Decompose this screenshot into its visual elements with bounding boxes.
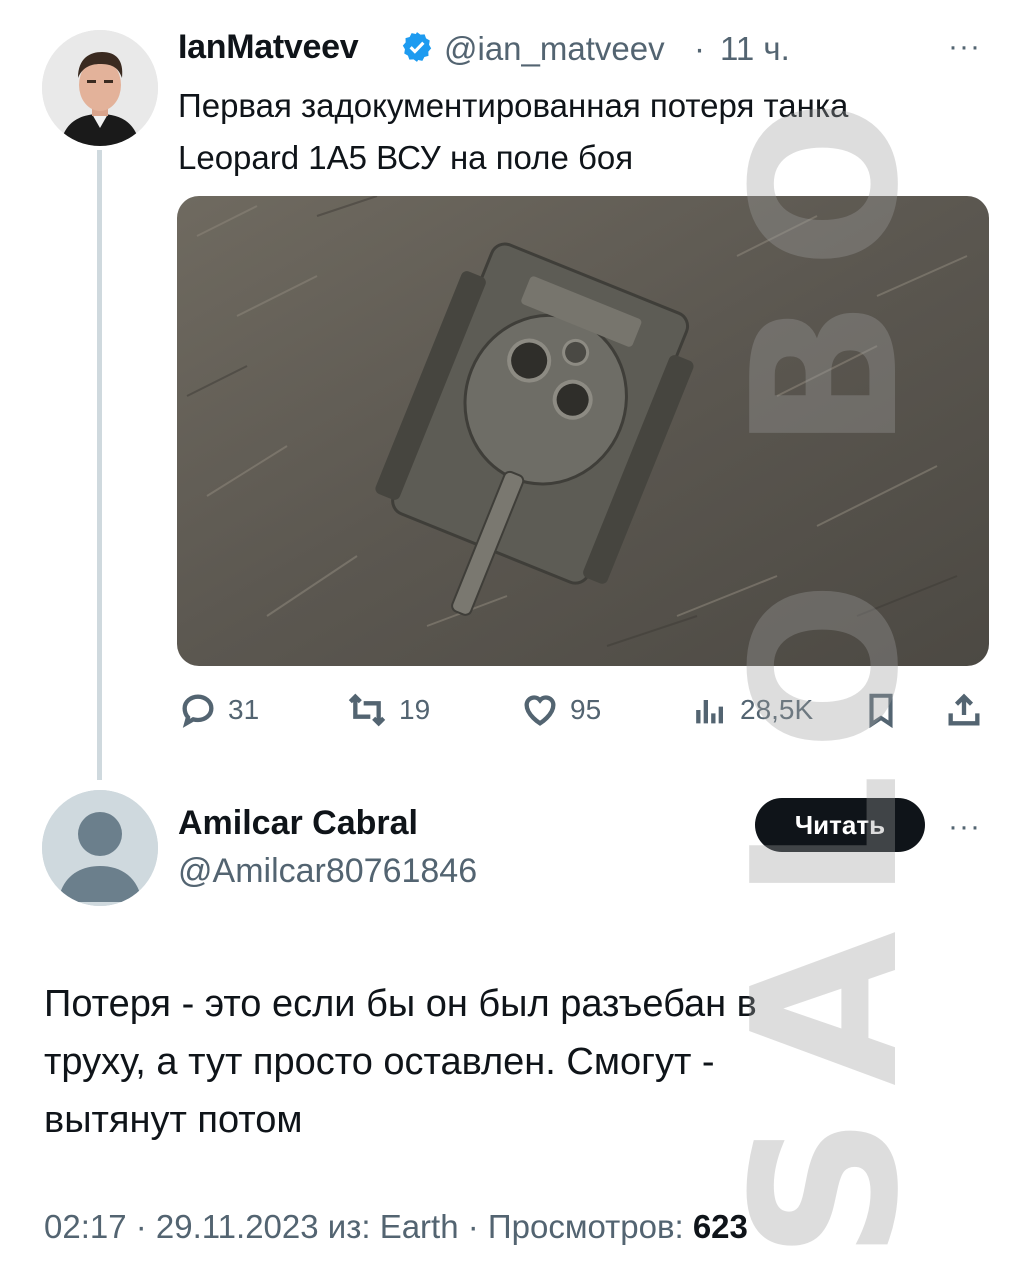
views-count: 28,5K (740, 694, 814, 725)
author-name[interactable]: IanMatveev (178, 28, 359, 67)
reply-text: Потеря - это если бы он был разъебан в т… (44, 983, 757, 1141)
reply-meta-text: 02:17 · 29.11.2023 из: Earth · Просмотро… (44, 1208, 693, 1245)
author-handle[interactable]: @ian_matveev (444, 30, 665, 68)
retweet-count: 19 (399, 694, 431, 725)
views-icon (696, 700, 723, 724)
reply-author-handle[interactable]: @Amilcar80761846 (178, 852, 477, 891)
reply-count: 31 (228, 694, 260, 725)
separator-dot: · (694, 30, 705, 67)
reply-author-name[interactable]: Amilcar Cabral (178, 804, 418, 843)
like-count: 95 (570, 694, 602, 725)
reply-icon (182, 694, 214, 728)
bookmark-button[interactable] (862, 688, 900, 732)
reply-more-options-icon[interactable]: ··· (948, 810, 981, 844)
more-options-icon[interactable]: ··· (948, 30, 981, 64)
retweet-icon (348, 693, 386, 727)
reply-action[interactable]: 31 (178, 688, 259, 732)
views-action[interactable]: 28,5K (690, 688, 813, 732)
like-icon (524, 695, 556, 726)
share-icon (948, 693, 980, 726)
thread-connector-line (97, 150, 102, 780)
follow-button[interactable]: Читать (755, 798, 925, 852)
reply-meta-footer: 02:17 · 29.11.2023 из: Earth · Просмотро… (44, 1208, 748, 1246)
like-action[interactable]: 95 (520, 688, 601, 732)
reply-view-count: 623 (692, 1208, 748, 1245)
author-avatar[interactable] (42, 30, 158, 146)
share-button[interactable] (944, 688, 984, 732)
reply-author-avatar[interactable] (42, 790, 158, 906)
bookmark-icon (869, 693, 893, 729)
tweet-timestamp[interactable]: 11 ч. (720, 30, 790, 68)
retweet-action[interactable]: 19 (345, 688, 430, 732)
tweet-text: Первая задокументированная потеря танка … (178, 87, 849, 176)
tweet-media-image[interactable] (177, 196, 989, 666)
verified-icon (400, 30, 434, 64)
